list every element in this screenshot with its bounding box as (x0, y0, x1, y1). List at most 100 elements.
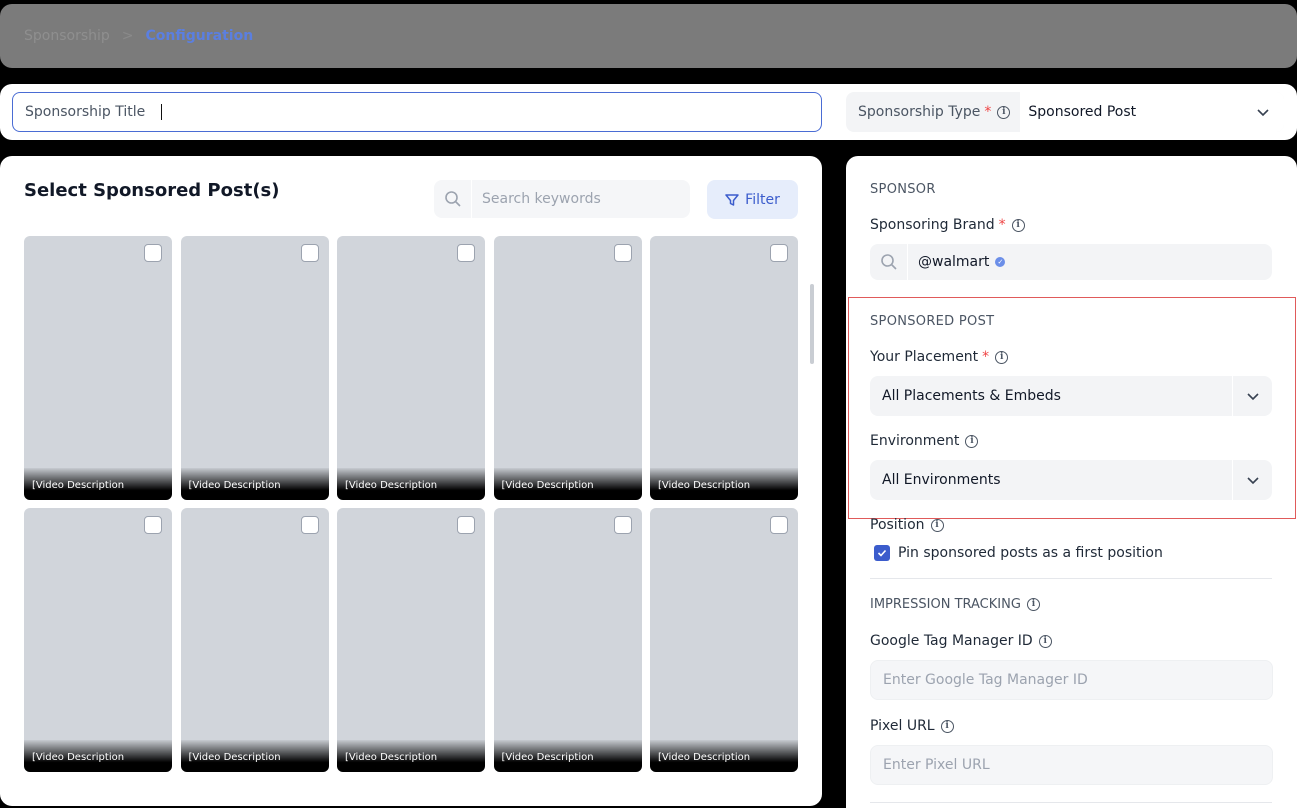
video-description: [Video Description (337, 468, 485, 500)
configuration-panel: SPONSOR Sponsoring Brand * i @walmart ✓ … (846, 156, 1297, 808)
video-card[interactable]: [Video Description (493, 236, 642, 500)
video-card[interactable]: [Video Description (650, 508, 798, 772)
info-icon[interactable]: i (930, 518, 944, 532)
placement-select[interactable]: All Placements & Embeds (870, 376, 1272, 416)
pin-checkbox[interactable] (874, 545, 890, 561)
card-checkbox[interactable] (770, 244, 788, 262)
checkmark-icon (877, 549, 887, 557)
filter-label: Filter (745, 191, 780, 208)
search-icon (434, 180, 472, 218)
video-description: [Video Description (337, 740, 485, 772)
breadcrumb: Sponsorship > Configuration (0, 4, 1297, 68)
video-card[interactable]: [Video Description (337, 508, 485, 772)
sponsorship-type-field: Sponsorship Type * i Sponsored Post (846, 92, 1284, 132)
gtm-id-input[interactable] (870, 660, 1273, 700)
search-input[interactable] (472, 191, 672, 207)
sponsoring-brand-text: Sponsoring Brand (870, 217, 995, 233)
sponsorship-title-label: Sponsorship Title (25, 104, 146, 120)
sponsorship-title-input[interactable]: Sponsorship Title (12, 92, 822, 132)
pixel-url-label: Pixel URL i (870, 718, 954, 734)
sponsored-post-section-title: SPONSORED POST (870, 314, 995, 329)
info-icon[interactable]: i (940, 719, 954, 733)
divider (870, 802, 1272, 803)
chevron-down-icon (1232, 376, 1272, 416)
chevron-down-icon (1232, 460, 1272, 500)
card-checkbox[interactable] (144, 244, 162, 262)
position-label: Position i (870, 517, 944, 533)
panel-title: Select Sponsored Post(s) (24, 180, 280, 201)
card-checkbox[interactable] (457, 244, 475, 262)
placement-value: All Placements & Embeds (882, 388, 1061, 404)
video-description: [Video Description (180, 468, 329, 500)
environment-value: All Environments (882, 472, 1001, 488)
card-checkbox[interactable] (300, 516, 319, 534)
select-posts-panel: Select Sponsored Post(s) Filter [Video D… (0, 156, 822, 806)
placement-label: Your Placement * i (870, 349, 1009, 365)
gtm-label: Google Tag Manager ID i (870, 633, 1052, 649)
filter-icon (725, 193, 739, 206)
required-marker: * (998, 217, 1006, 233)
card-checkbox[interactable] (457, 516, 475, 534)
search-icon (870, 244, 908, 280)
sponsorship-type-label: Sponsorship Type (858, 104, 981, 120)
grid-scrollbar[interactable] (810, 284, 814, 364)
pixel-url-input[interactable] (870, 745, 1273, 785)
impression-tracking-text: IMPRESSION TRACKING (870, 597, 1021, 612)
video-description: [Video Description (493, 740, 642, 772)
video-description: [Video Description (24, 468, 172, 500)
video-card[interactable]: [Video Description (180, 508, 329, 772)
brand-search-field[interactable]: @walmart ✓ (870, 244, 1272, 280)
card-checkbox[interactable] (770, 516, 788, 534)
brand-value: @walmart ✓ (908, 254, 1006, 270)
sponsorship-type-select[interactable]: Sponsored Post (1020, 92, 1284, 132)
video-description: [Video Description (650, 468, 798, 500)
info-icon[interactable]: i (995, 350, 1009, 364)
environment-select[interactable]: All Environments (870, 460, 1272, 500)
video-card[interactable]: [Video Description (24, 508, 172, 772)
environment-text: Environment (870, 433, 960, 449)
card-checkbox[interactable] (613, 244, 632, 262)
position-text: Position (870, 517, 925, 533)
video-grid: [Video Description [Video Description [V… (24, 236, 798, 772)
info-icon[interactable]: i (965, 434, 979, 448)
text-caret (161, 104, 163, 120)
impression-tracking-title: IMPRESSION TRACKING i (870, 597, 1040, 612)
breadcrumb-configuration: Configuration (145, 28, 254, 44)
pin-first-position-option[interactable]: Pin sponsored posts as a first position (874, 545, 1163, 561)
video-description: [Video Description (180, 740, 329, 772)
sponsor-section-title: SPONSOR (870, 182, 936, 197)
video-card[interactable]: [Video Description (180, 236, 329, 500)
info-icon[interactable]: i (1011, 218, 1025, 232)
gtm-text: Google Tag Manager ID (870, 633, 1033, 649)
environment-label: Environment i (870, 433, 979, 449)
card-checkbox[interactable] (144, 516, 162, 534)
keyword-search (434, 180, 690, 218)
filter-button[interactable]: Filter (707, 180, 798, 219)
video-description: [Video Description (493, 468, 642, 500)
sponsoring-brand-label: Sponsoring Brand * i (870, 217, 1025, 233)
verified-badge-icon: ✓ (995, 257, 1006, 267)
chevron-down-icon (1257, 109, 1269, 117)
sponsorship-type-value: Sponsored Post (1028, 104, 1137, 120)
info-icon[interactable]: i (1026, 598, 1040, 611)
video-description: [Video Description (650, 740, 798, 772)
placement-text: Your Placement (870, 349, 979, 365)
title-row: Sponsorship Title Sponsorship Type * i S… (0, 84, 1297, 140)
pin-label: Pin sponsored posts as a first position (898, 545, 1163, 561)
info-icon[interactable]: i (997, 105, 1011, 119)
video-card[interactable]: [Video Description (493, 508, 642, 772)
breadcrumb-chevron-icon: > (121, 28, 134, 44)
pixel-url-text: Pixel URL (870, 718, 935, 734)
card-checkbox[interactable] (613, 516, 632, 534)
breadcrumb-sponsorship[interactable]: Sponsorship (24, 28, 110, 44)
required-marker: * (982, 349, 990, 365)
card-checkbox[interactable] (300, 244, 319, 262)
brand-handle: @walmart (918, 254, 990, 270)
video-card[interactable]: [Video Description (24, 236, 172, 500)
divider (870, 578, 1272, 579)
info-icon[interactable]: i (1038, 634, 1052, 648)
video-card[interactable]: [Video Description (650, 236, 798, 500)
video-card[interactable]: [Video Description (337, 236, 485, 500)
video-description: [Video Description (24, 740, 172, 772)
required-marker: * (984, 104, 992, 120)
